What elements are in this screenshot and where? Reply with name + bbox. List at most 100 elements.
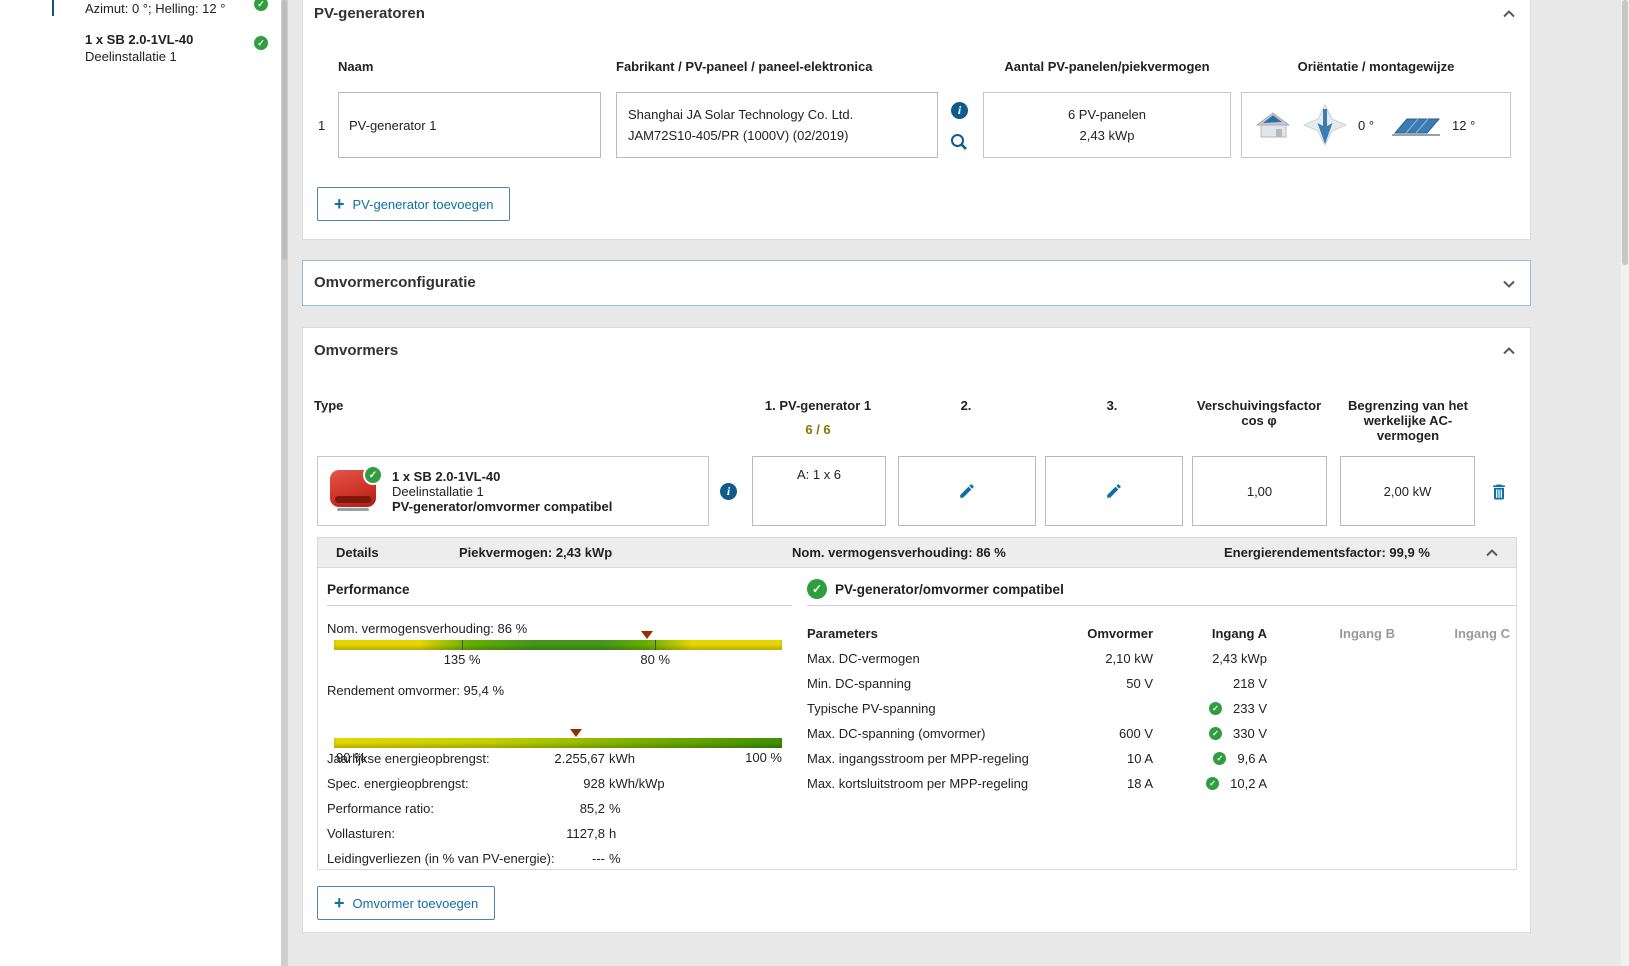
- performance-title: Performance: [327, 582, 410, 597]
- power-ratio-bar: 135 % 80 %: [334, 631, 782, 667]
- chevron-up-icon[interactable]: [1499, 4, 1519, 24]
- azimuth-value: 0 °: [1358, 117, 1375, 133]
- panel-count: 6 PV-panelen: [1067, 107, 1147, 122]
- stat-row: Vollasturen: 1127,8 h: [327, 826, 617, 841]
- generator1-assignment-value: A: 1 x 6: [796, 467, 842, 482]
- table-row: Min. DC-spanning 50 V 218 V: [807, 676, 1267, 691]
- stat-row: Jaarlijkse energieopbrengst: 2.255,67 kW…: [327, 751, 635, 766]
- details-peak-power: Piekvermogen: 2,43 kWp: [459, 545, 613, 560]
- info-icon[interactable]: [951, 102, 968, 119]
- inverter-row-title: 1 x SB 2.0-1VL-40: [392, 468, 501, 484]
- col-header-slot3: 3.: [1106, 398, 1118, 413]
- slot2-edit-box[interactable]: [898, 456, 1036, 526]
- check-icon: [254, 36, 268, 50]
- check-icon: [1206, 777, 1220, 790]
- orientation-box[interactable]: 0 ° 12 °: [1241, 92, 1511, 158]
- row-index: 1: [318, 118, 326, 133]
- details-power-ratio: Nom. vermogensverhouding: 86 %: [792, 545, 1006, 560]
- inverter-type-box[interactable]: 1 x SB 2.0-1VL-40 Deelinstallatie 1 PV-g…: [317, 456, 709, 526]
- efficiency-bar-label: Rendement omvormer: 95,4 %: [327, 683, 505, 698]
- col-ingang-b: Ingang B: [1339, 626, 1395, 641]
- add-pv-generator-button[interactable]: PV-generator toevoegen: [317, 187, 511, 221]
- slot3-edit-box[interactable]: [1045, 456, 1183, 526]
- cos-phi-value: 1,00: [1246, 483, 1273, 499]
- ratio-tick-right-label: 80 %: [640, 652, 671, 667]
- performance-stats: Jaarlijkse energieopbrengst: 2.255,67 kW…: [327, 746, 792, 870]
- generator1-allocation: 6 / 6: [805, 422, 831, 437]
- inverter-row-compatibility: PV-generator/omvormer compatibel: [392, 498, 613, 514]
- stat-row: Performance ratio: 85,2 %: [327, 801, 621, 816]
- details-bar[interactable]: Details Piekvermogen: 2,43 kWp Nom. verm…: [318, 538, 1516, 568]
- table-row: Max. ingangsstroom per MPP-regeling 10 A…: [807, 746, 1510, 771]
- ac-limit-value: 2,00 kW: [1383, 483, 1432, 499]
- compatibility-table-rows: Max. DC-vermogen 2,10 kW 2,43 kWp Min. D…: [807, 646, 1510, 796]
- col-header-generator1: 1. PV-generator 1: [764, 398, 872, 413]
- sidebar-scrollbar[interactable]: [281, 0, 288, 966]
- check-icon: [807, 579, 827, 599]
- project-tree-sidebar: Azimut: 0 °; Helling: 12 ° 1 x SB 2.0-1V…: [0, 0, 281, 966]
- chevron-down-icon[interactable]: [1499, 274, 1519, 294]
- sidebar-item-inverter[interactable]: 1 x SB 2.0-1VL-40 Deelinstallatie 1: [0, 30, 281, 66]
- col-header-type: Type: [314, 398, 344, 413]
- tilt-panel-icon: [1390, 112, 1442, 138]
- check-icon: [254, 0, 268, 11]
- details-content: Performance Nom. vermogensverhouding: 86…: [318, 569, 1516, 870]
- azimuth-compass-icon: [1302, 103, 1348, 147]
- inverter-configuration-title: Omvormerconfiguratie: [314, 274, 476, 291]
- info-icon[interactable]: [720, 483, 737, 500]
- details-label: Details: [336, 545, 379, 560]
- generator1-assignment-box[interactable]: A: 1 x 6: [752, 456, 886, 526]
- col-header-aantal: Aantal PV-panelen/piekvermogen: [1004, 59, 1210, 74]
- cos-phi-box[interactable]: 1,00: [1192, 456, 1327, 526]
- add-pv-generator-label: PV-generator toevoegen: [352, 196, 494, 212]
- inverter-device-icon: [330, 467, 381, 512]
- compatibility-column: PV-generator/omvormer compatibel Paramet…: [807, 569, 1516, 870]
- add-inverter-button[interactable]: Omvormer toevoegen: [317, 886, 496, 920]
- roof-house-icon: [1254, 110, 1292, 140]
- table-row: Max. kortsluitstroom per MPP-regeling 18…: [807, 771, 1510, 796]
- pv-generators-panel: PV-generatoren Naam Fabrikant / PV-panee…: [302, 0, 1531, 240]
- main-content: PV-generatoren Naam Fabrikant / PV-panee…: [288, 0, 1621, 966]
- ratio-tick-left-label: 135 %: [443, 652, 481, 667]
- inverter-title: 1 x SB 2.0-1VL-40: [85, 32, 194, 47]
- chevron-up-icon[interactable]: [1482, 543, 1502, 563]
- check-icon: [365, 467, 381, 483]
- inverter-configuration-panel[interactable]: Omvormerconfiguratie: [302, 260, 1531, 306]
- chevron-up-icon[interactable]: [1499, 341, 1519, 361]
- pv-generators-title: PV-generatoren: [314, 5, 425, 22]
- ac-limit-box[interactable]: 2,00 kW: [1340, 456, 1475, 526]
- module-manufacturer: Shanghai JA Solar Technology Co. Ltd.: [628, 107, 854, 122]
- peak-power: 2,43 kWp: [1079, 128, 1135, 143]
- efficiency-marker-icon: [569, 729, 582, 737]
- performance-column: Performance Nom. vermogensverhouding: 86…: [327, 569, 792, 870]
- col-header-fabrikant: Fabrikant / PV-paneel / paneel-elektroni…: [616, 59, 873, 74]
- ratio-marker-icon: [641, 631, 654, 639]
- compatibility-title: PV-generator/omvormer compatibel: [835, 582, 1064, 597]
- table-row: Max. DC-vermogen 2,10 kW 2,43 kWp: [807, 651, 1267, 666]
- pv-generator-name-input[interactable]: [338, 92, 601, 158]
- inverter-icon: [52, 33, 82, 61]
- module-select-box[interactable]: Shanghai JA Solar Technology Co. Ltd. JA…: [616, 92, 938, 158]
- check-icon: [1209, 702, 1223, 715]
- compatibility-table-header: Parameters Omvormer Ingang A Ingang B In…: [807, 621, 1510, 646]
- col-ingang-c: Ingang C: [1454, 626, 1510, 641]
- page-scrollbar[interactable]: [1621, 0, 1629, 966]
- pencil-icon: [1107, 484, 1121, 498]
- inverter-subtitle: Deelinstallatie 1: [85, 49, 177, 64]
- check-icon: [1213, 752, 1227, 765]
- table-row: Max. DC-spanning (omvormer) 600 V 330 V: [807, 721, 1510, 746]
- trash-icon[interactable]: [1489, 482, 1509, 502]
- sidebar-item-orientation[interactable]: Azimut: 0 °; Helling: 12 °: [0, 0, 281, 18]
- inverters-panel: Omvormers Type 1. PV-generator 1 6 / 6 2…: [302, 327, 1531, 933]
- col-header-cos-phi: Verschuivingsfactor cos φ: [1196, 398, 1322, 428]
- table-row: Typische PV-spanning 233 V: [807, 696, 1510, 721]
- search-icon[interactable]: [949, 132, 969, 152]
- stat-row: Leidingverliezen (in % van PV-energie): …: [327, 851, 621, 866]
- details-section: Details Piekvermogen: 2,43 kWp Nom. verm…: [317, 537, 1517, 870]
- col-header-ac-limit: Begrenzing van het werkelijke AC-vermoge…: [1348, 398, 1468, 443]
- add-inverter-label: Omvormer toevoegen: [352, 895, 479, 911]
- col-header-naam: Naam: [338, 59, 374, 74]
- pv-panel-icon: [52, 0, 54, 16]
- inverters-title: Omvormers: [314, 342, 399, 359]
- panel-count-box[interactable]: 6 PV-panelen 2,43 kWp: [983, 92, 1231, 158]
